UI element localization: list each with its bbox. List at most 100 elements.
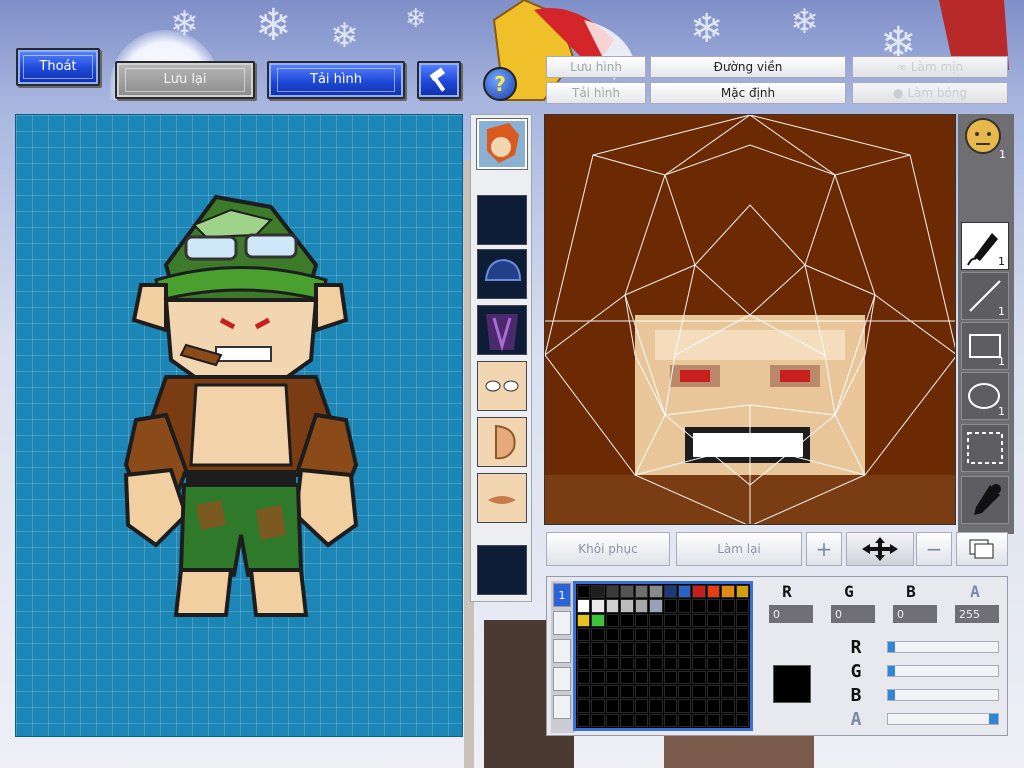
palette-color-cell[interactable] — [634, 685, 649, 699]
move-button[interactable] — [846, 532, 914, 566]
outline-button[interactable]: Đường viền — [650, 56, 846, 78]
palette-color-cell[interactable] — [649, 656, 663, 670]
reload-image-button[interactable]: Tải hình — [546, 82, 646, 104]
palette-color-cell[interactable] — [591, 656, 605, 670]
palette-color-cell[interactable] — [663, 656, 677, 670]
reload-button[interactable]: Tải hình — [267, 61, 405, 99]
exit-button[interactable]: Thoát — [16, 48, 100, 86]
palette-color-cell[interactable] — [649, 713, 663, 727]
layer-item[interactable] — [553, 667, 571, 691]
palette-color-cell[interactable] — [677, 599, 692, 613]
part-ear-slot[interactable] — [477, 417, 527, 467]
redo-button[interactable]: Làm lại — [676, 532, 802, 566]
save-button[interactable]: Lưu lại — [115, 61, 255, 99]
palette-color-cell[interactable] — [663, 670, 677, 685]
palette-color-cell[interactable] — [649, 599, 663, 613]
palette-color-cell[interactable] — [735, 627, 749, 642]
alpha-slider[interactable] — [887, 713, 999, 725]
eyedropper-tool[interactable] — [961, 476, 1009, 524]
palette-color-cell[interactable] — [721, 627, 735, 642]
face-preset-tool[interactable]: 1 — [961, 114, 1009, 162]
palette-color-cell[interactable] — [677, 670, 692, 685]
zoom-in-button[interactable]: + — [806, 532, 842, 566]
palette-color-cell[interactable] — [721, 656, 735, 670]
palette-color-cell[interactable] — [634, 642, 649, 656]
palette-color-cell[interactable] — [577, 599, 591, 613]
palette-color-cell[interactable] — [605, 627, 620, 642]
palette-color-cell[interactable] — [605, 699, 620, 713]
palette-color-cell[interactable] — [620, 613, 634, 627]
palette-color-cell[interactable] — [634, 585, 649, 599]
palette-color-cell[interactable] — [692, 585, 706, 599]
palette-color-cell[interactable] — [591, 699, 605, 713]
rectangle-tool[interactable]: 1 — [961, 322, 1009, 370]
palette-color-cell[interactable] — [706, 613, 721, 627]
palette-color-cell[interactable] — [577, 613, 591, 627]
palette-color-cell[interactable] — [692, 599, 706, 613]
palette-color-cell[interactable] — [605, 670, 620, 685]
palette-color-cell[interactable] — [634, 670, 649, 685]
part-empty-slot[interactable] — [477, 545, 527, 595]
smooth-button[interactable]: ∞ Làm mịn — [852, 56, 1008, 78]
alpha-value-field[interactable]: 255 — [955, 605, 999, 623]
blue-slider[interactable] — [887, 689, 999, 701]
palette-color-cell[interactable] — [692, 627, 706, 642]
palette-color-cell[interactable] — [649, 642, 663, 656]
palette-color-cell[interactable] — [577, 642, 591, 656]
palette-color-cell[interactable] — [721, 713, 735, 727]
palette-color-cell[interactable] — [634, 656, 649, 670]
palette-color-cell[interactable] — [721, 585, 735, 599]
layers-toggle-button[interactable] — [956, 532, 1008, 566]
palette-color-cell[interactable] — [692, 656, 706, 670]
palette-color-cell[interactable] — [577, 699, 591, 713]
palette-color-cell[interactable] — [620, 699, 634, 713]
palette-color-cell[interactable] — [706, 599, 721, 613]
palette-color-cell[interactable] — [677, 656, 692, 670]
palette-color-cell[interactable] — [735, 585, 749, 599]
palette-color-cell[interactable] — [677, 642, 692, 656]
palette-color-cell[interactable] — [591, 613, 605, 627]
palette-color-cell[interactable] — [577, 656, 591, 670]
palette-color-cell[interactable] — [677, 627, 692, 642]
palette-color-cell[interactable] — [634, 627, 649, 642]
green-slider[interactable] — [887, 665, 999, 677]
palette-color-cell[interactable] — [591, 713, 605, 727]
palette-color-cell[interactable] — [735, 713, 749, 727]
palette-color-cell[interactable] — [663, 599, 677, 613]
palette-color-cell[interactable] — [577, 685, 591, 699]
palette-color-cell[interactable] — [663, 613, 677, 627]
palette-color-cell[interactable] — [591, 599, 605, 613]
palette-color-cell[interactable] — [677, 585, 692, 599]
palette-color-cell[interactable] — [591, 642, 605, 656]
palette-color-cell[interactable] — [735, 613, 749, 627]
palette-color-cell[interactable] — [663, 685, 677, 699]
palette-color-cell[interactable] — [605, 599, 620, 613]
ellipse-tool[interactable]: 1 — [961, 372, 1009, 420]
palette-color-cell[interactable] — [605, 585, 620, 599]
palette-color-cell[interactable] — [721, 670, 735, 685]
part-armor-slot[interactable] — [477, 305, 527, 355]
palette-color-cell[interactable] — [721, 699, 735, 713]
palette-color-cell[interactable] — [591, 627, 605, 642]
palette-color-cell[interactable] — [620, 627, 634, 642]
part-head-slot[interactable] — [476, 118, 528, 170]
palette-color-cell[interactable] — [677, 613, 692, 627]
blue-value-field[interactable]: 0 — [893, 605, 937, 623]
palette-color-cell[interactable] — [721, 599, 735, 613]
palette-color-cell[interactable] — [620, 670, 634, 685]
palette-color-cell[interactable] — [735, 685, 749, 699]
palette-color-cell[interactable] — [706, 642, 721, 656]
palette-color-cell[interactable] — [692, 642, 706, 656]
palette-color-cell[interactable] — [649, 585, 663, 599]
zoom-out-button[interactable]: − — [916, 532, 952, 566]
part-empty-slot[interactable] — [477, 195, 527, 245]
part-eyes-slot[interactable] — [477, 361, 527, 411]
palette-color-cell[interactable] — [735, 642, 749, 656]
palette-color-cell[interactable] — [577, 627, 591, 642]
palette-color-cell[interactable] — [620, 656, 634, 670]
palette-color-cell[interactable] — [677, 699, 692, 713]
palette-color-cell[interactable] — [706, 713, 721, 727]
palette-color-cell[interactable] — [577, 713, 591, 727]
part-helmet-slot[interactable] — [477, 249, 527, 299]
character-preview-canvas[interactable] — [15, 114, 463, 737]
